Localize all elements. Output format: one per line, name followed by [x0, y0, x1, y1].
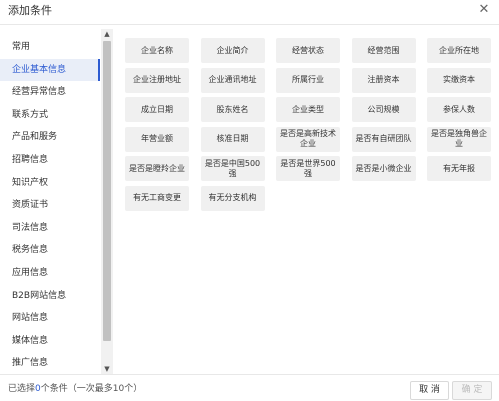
dialog-header: 添加条件 ✕ — [0, 0, 499, 25]
sidebar-item[interactable]: 资质证书 — [0, 194, 100, 216]
sidebar-item[interactable]: 税务信息 — [0, 239, 100, 261]
condition-tag[interactable]: 股东姓名 — [200, 97, 265, 122]
sidebar-item[interactable]: 联系方式 — [0, 104, 100, 126]
condition-tag[interactable]: 实缴资本 — [427, 67, 491, 93]
status-prefix: 已选择 — [8, 384, 36, 394]
cancel-button[interactable]: 取 消 — [410, 381, 449, 400]
sidebar-item[interactable]: 知识产权 — [0, 172, 100, 194]
sidebar-item[interactable]: 推广信息 — [0, 352, 100, 374]
condition-tag[interactable]: 是否是瞪羚企业 — [125, 156, 189, 181]
scroll-up-arrow-icon[interactable]: ▲ — [101, 29, 113, 39]
category-sidebar: 常用 企业基本信息 经营异常信息 联系方式 产品和服务 招聘信息 知识产权 资质证书 司法信息税… — [0, 29, 113, 374]
condition-tag[interactable]: 核准日期 — [200, 126, 265, 152]
condition-tag[interactable]: 是否是世界500强 — [276, 156, 340, 181]
condition-tag[interactable]: 企业名称 — [125, 38, 189, 63]
condition-tag[interactable]: 企业类型 — [276, 97, 340, 122]
sidebar-item[interactable]: 常用 — [0, 36, 100, 58]
condition-tag[interactable]: 企业通讯地址 — [200, 67, 265, 93]
selection-status: 已选择0个条件（一次最多10个） — [8, 383, 142, 395]
condition-tag[interactable]: 是否有自研团队 — [351, 126, 416, 152]
scroll-down-arrow-icon[interactable]: ▼ — [101, 364, 113, 374]
scrollbar-thumb[interactable] — [103, 41, 111, 341]
condition-tag[interactable]: 注册资本 — [351, 67, 416, 93]
condition-tag[interactable]: 有无工商变更 — [125, 185, 189, 211]
condition-tag[interactable]: 是否是小微企业 — [351, 156, 416, 181]
status-suffix: 个条件（一次最多10个） — [40, 384, 143, 394]
dialog-footer: 已选择0个条件（一次最多10个） 取 消 确 定 — [0, 374, 499, 401]
condition-tag[interactable]: 所属行业 — [276, 67, 340, 93]
sidebar-item[interactable]: B2B网站信息 — [0, 285, 100, 307]
sidebar-item[interactable]: 经营异常信息 — [0, 81, 100, 103]
condition-tag[interactable]: 公司规模 — [351, 97, 416, 122]
condition-tag[interactable]: 成立日期 — [125, 97, 189, 122]
sidebar-item[interactable]: 媒体信息 — [0, 330, 100, 352]
condition-tag-area: 企业名称 企业简介 经营状态 经营范围 企业所在地企业注册地址 企业通讯地址 所属行业 注册资… — [113, 29, 499, 374]
condition-tag[interactable]: 是否是独角兽企业 — [427, 126, 491, 152]
confirm-button[interactable]: 确 定 — [452, 381, 492, 400]
sidebar-item[interactable]: 产品和服务 — [0, 126, 100, 148]
close-icon[interactable]: ✕ — [477, 2, 491, 18]
condition-tag[interactable]: 是否是中国500强 — [200, 156, 265, 181]
sidebar-scrollbar[interactable]: ▲ ▼ — [101, 29, 113, 374]
sidebar-item[interactable]: 企业基本信息 — [0, 58, 100, 81]
condition-tag[interactable]: 企业所在地 — [427, 38, 491, 63]
category-list: 常用 企业基本信息 经营异常信息 联系方式 产品和服务 招聘信息 知识产权 资质证书 司法信息税… — [0, 29, 100, 374]
sidebar-item[interactable]: 司法信息 — [0, 217, 100, 239]
sidebar-item[interactable]: 网站信息 — [0, 307, 100, 329]
condition-tag[interactable]: 经营范围 — [351, 38, 416, 63]
condition-tag[interactable]: 有无分支机构 — [200, 185, 265, 211]
condition-tag[interactable]: 年营业额 — [125, 126, 189, 152]
condition-tag[interactable]: 企业简介 — [200, 38, 265, 63]
condition-tag[interactable]: 是否是高新技术企业 — [276, 126, 340, 152]
sidebar-item[interactable]: 应用信息 — [0, 262, 100, 284]
condition-tag[interactable]: 有无年报 — [427, 156, 491, 181]
sidebar-item[interactable]: 招聘信息 — [0, 149, 100, 171]
condition-tag[interactable]: 企业注册地址 — [125, 67, 189, 93]
condition-tag[interactable]: 参保人数 — [427, 97, 491, 122]
dialog-title: 添加条件 — [8, 4, 52, 17]
condition-tag[interactable]: 经营状态 — [276, 38, 340, 63]
